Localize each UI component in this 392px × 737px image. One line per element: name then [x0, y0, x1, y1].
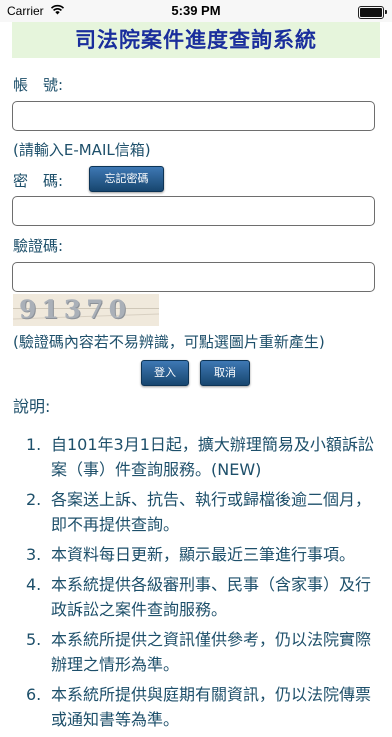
captcha-digits: 91370: [19, 295, 131, 324]
page-title: 司法院案件進度查詢系統: [75, 28, 317, 52]
list-item: 3. 本資料每日更新，顯示最近三筆進行事項。: [26, 545, 356, 564]
list-item: 5. 本系統所提供之資訊僅供參考，仍以法院實際辦理之情形為準。: [26, 630, 372, 674]
captcha-hint: (驗證碼內容若不易辨識，可點選圖片重新產生): [13, 333, 325, 351]
password-input[interactable]: [12, 196, 375, 226]
list-item: 4. 本系統提供各級審刑事、民事（含家事）及行政訴訟之案件查詢服務。: [26, 575, 372, 619]
account-input[interactable]: [12, 101, 375, 131]
captcha-image[interactable]: 91370: [13, 294, 159, 326]
account-hint: (請輸入E-MAIL信箱): [13, 141, 151, 159]
notes-heading: 說明:: [13, 397, 51, 416]
captcha-input[interactable]: [12, 262, 375, 292]
list-item: 2. 各案送上訴、抗告、執行或歸檔後逾二個月，即不再提供查詢。: [26, 490, 372, 534]
password-label: 密 碼:: [13, 172, 64, 190]
captcha-label: 驗證碼:: [13, 237, 64, 255]
battery-icon: [358, 6, 387, 19]
forgot-password-button[interactable]: 忘記密碼: [89, 166, 164, 192]
cancel-button[interactable]: 取消: [200, 360, 250, 386]
notes-list: 1. 自101年3月1日起，擴大辦理簡易及小額訴訟案（事）件查詢服務。(NEW) …: [14, 432, 384, 737]
page-header: 司法院案件進度查詢系統: [12, 22, 380, 58]
account-label: 帳 號:: [13, 76, 64, 94]
clock: 5:39 PM: [171, 3, 221, 18]
login-button[interactable]: 登入: [141, 360, 189, 386]
list-item: 1. 自101年3月1日起，擴大辦理簡易及小額訴訟案（事）件查詢服務。(NEW): [26, 435, 374, 479]
status-bar: Carrier 5:39 PM: [0, 0, 392, 22]
list-item: 6. 本系統所提供與庭期有關資訊，仍以法院傳票或通知書等為準。: [26, 685, 372, 729]
